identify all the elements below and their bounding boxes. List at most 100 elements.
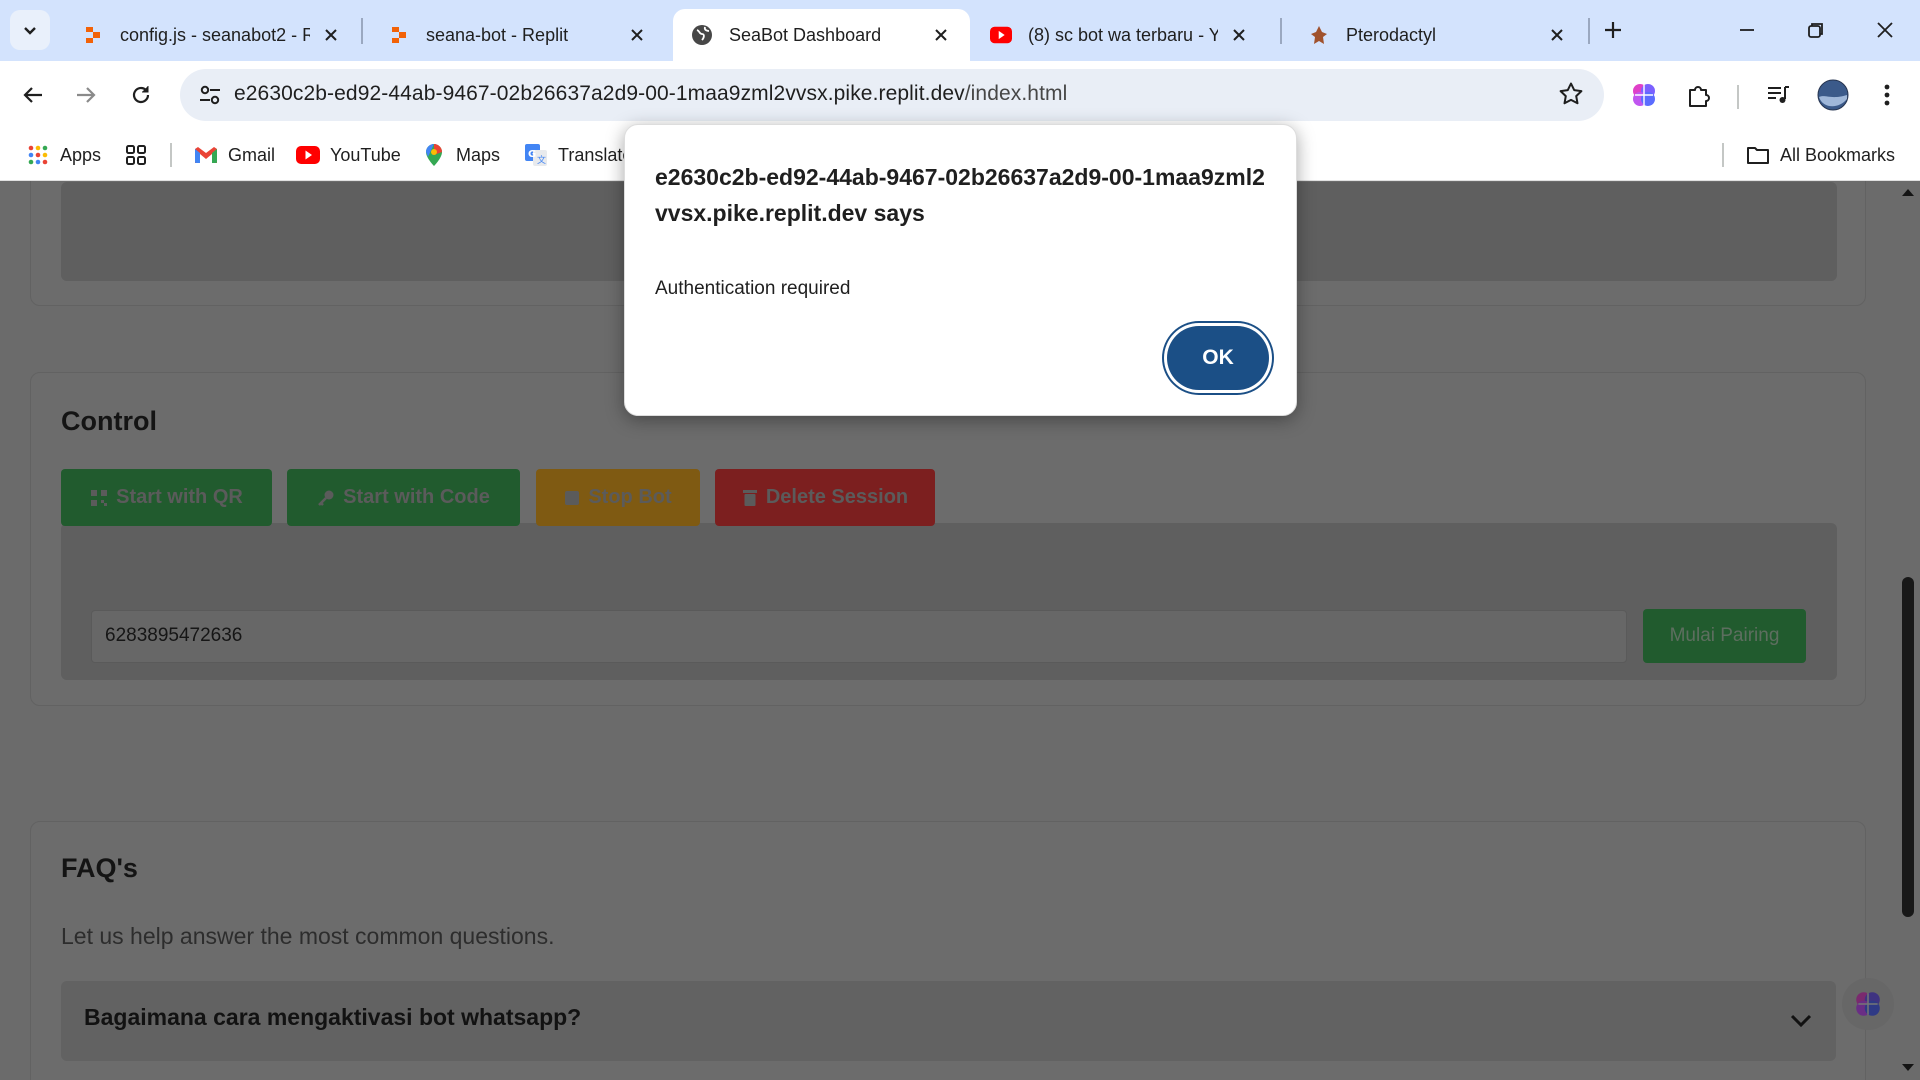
close-window-button[interactable] <box>1860 10 1910 50</box>
control-title: Control <box>61 406 157 436</box>
key-icon <box>318 490 334 506</box>
toolbar-separator <box>1737 85 1739 109</box>
button-label: Stop Bot <box>588 486 672 508</box>
address-bar[interactable]: e2630c2b-ed92-44ab-9467-02b26637a2d9-00-… <box>180 69 1604 121</box>
tab-title: Pterodactyl <box>1346 24 1437 45</box>
bookmark-gmail[interactable]: Gmail <box>194 141 275 169</box>
button-label: Start with Code <box>343 486 490 508</box>
tab-config-js[interactable]: config.js - seanabot2 - Re <box>64 9 360 61</box>
scroll-down-arrow-icon <box>1902 1064 1914 1071</box>
floating-extension-brain-icon[interactable] <box>1842 978 1894 1030</box>
start-with-qr-button[interactable]: Start with QR <box>61 469 272 526</box>
minimize-button[interactable] <box>1722 10 1772 50</box>
delete-session-button[interactable]: Delete Session <box>715 469 935 526</box>
all-bookmarks-button[interactable]: All Bookmarks <box>1746 141 1895 169</box>
url-host: e2630c2b-ed92-44ab-9467-02b26637a2d9-00-… <box>234 82 965 105</box>
faq-subtitle: Let us help answer the most common quest… <box>61 923 555 949</box>
tab-separator <box>1280 18 1282 44</box>
stop-icon <box>565 490 580 505</box>
back-button[interactable] <box>13 75 53 115</box>
url-text[interactable]: e2630c2b-ed92-44ab-9467-02b26637a2d9-00-… <box>234 82 1067 106</box>
bookmark-star-icon[interactable] <box>1558 81 1584 112</box>
gmail-icon <box>194 143 218 167</box>
qr-icon <box>91 489 108 506</box>
bookmark-label: Maps <box>456 144 501 165</box>
tab-close-icon[interactable] <box>1226 22 1252 48</box>
svg-text:文: 文 <box>537 154 546 166</box>
minimize-icon <box>1740 29 1754 31</box>
bookmarks-separator <box>1722 143 1724 167</box>
tab-close-icon[interactable] <box>318 22 344 48</box>
browser-menu-icon[interactable] <box>1869 77 1905 113</box>
bookmark-youtube[interactable]: YouTube <box>296 141 401 169</box>
arrow-left-icon <box>23 87 42 103</box>
phone-number-input[interactable]: 6283895472636 <box>91 610 1627 663</box>
plus-icon <box>1605 22 1621 38</box>
alert-dialog: e2630c2b-ed92-44ab-9467-02b26637a2d9-00-… <box>624 124 1297 416</box>
youtube-icon <box>990 24 1012 46</box>
translate-icon: G文 <box>524 143 548 167</box>
faq-item[interactable]: Bagaimana cara mengaktivasi bot whatsapp… <box>61 981 1836 1061</box>
dialog-message: Authentication required <box>655 278 851 299</box>
page-scrollbar[interactable] <box>1896 181 1920 1080</box>
tab-pterodactyl[interactable]: Pterodactyl <box>1290 9 1586 61</box>
forward-button[interactable] <box>66 75 106 115</box>
extensions-puzzle-icon[interactable] <box>1681 77 1717 113</box>
folder-icon <box>1746 143 1770 167</box>
globe-icon <box>691 24 713 46</box>
button-label: Delete Session <box>765 486 909 508</box>
extension-brain-icon[interactable] <box>1626 77 1662 113</box>
bookmark-label: Gmail <box>228 144 276 165</box>
restore-button[interactable] <box>1791 10 1841 50</box>
faq-question: Bagaimana cara mengaktivasi bot whatsapp… <box>84 1004 582 1030</box>
bookmark-label: YouTube <box>330 144 401 165</box>
faq-title: FAQ's <box>61 853 138 883</box>
url-path: /index.html <box>964 82 1068 105</box>
pterodactyl-icon <box>1308 24 1330 46</box>
trash-icon <box>742 489 757 506</box>
bookmarks-separator <box>170 143 172 167</box>
tab-title: SeaBot Dashboard <box>729 24 882 45</box>
tab-search-button[interactable] <box>10 10 50 50</box>
ok-button[interactable]: OK <box>1167 326 1269 390</box>
start-pairing-button[interactable]: Mulai Pairing <box>1643 609 1806 663</box>
new-tab-button[interactable] <box>1588 10 1638 50</box>
media-control-icon[interactable] <box>1760 77 1796 113</box>
restore-icon <box>1808 23 1823 38</box>
button-label: Start with QR <box>116 486 243 508</box>
chevron-down-icon <box>24 27 36 35</box>
bookmark-translate[interactable]: G文 Translate <box>524 141 632 169</box>
reload-icon <box>132 86 150 104</box>
apps-grid-icon <box>26 143 50 167</box>
scroll-up-arrow-icon <box>1902 189 1914 196</box>
youtube-icon <box>296 143 320 167</box>
browser-toolbar: e2630c2b-ed92-44ab-9467-02b26637a2d9-00-… <box>0 61 1920 129</box>
stop-bot-button[interactable]: Stop Bot <box>536 469 700 526</box>
profile-avatar[interactable] <box>1815 77 1851 113</box>
dialog-title: e2630c2b-ed92-44ab-9467-02b26637a2d9-00-… <box>655 164 1265 226</box>
close-icon <box>1877 22 1893 38</box>
tab-seana-bot[interactable]: seana-bot - Replit <box>370 9 666 61</box>
replit-icon <box>388 24 410 46</box>
tab-groups-button[interactable] <box>124 141 158 169</box>
tab-title: seana-bot - Replit <box>426 24 569 45</box>
tab-close-icon[interactable] <box>624 22 650 48</box>
tab-close-icon[interactable] <box>928 22 954 48</box>
chevron-down-icon <box>1790 1014 1812 1028</box>
tab-close-icon[interactable] <box>1544 22 1570 48</box>
tab-seabot-dashboard[interactable]: SeaBot Dashboard <box>673 9 970 61</box>
tab-youtube[interactable]: (8) sc bot wa terbaru - Yo <box>972 9 1268 61</box>
all-bookmarks-label: All Bookmarks <box>1780 144 1896 165</box>
tab-title: config.js - seanabot2 - Re <box>120 24 310 45</box>
bookmark-maps[interactable]: Maps <box>422 141 500 169</box>
tab-separator <box>361 18 363 44</box>
scrollbar-thumb[interactable] <box>1902 577 1914 917</box>
bookmark-apps[interactable]: Apps <box>26 141 101 169</box>
site-settings-icon[interactable] <box>196 81 224 109</box>
bookmark-label: Translate <box>558 144 633 165</box>
tab-strip: config.js - seanabot2 - Re seana-bot - R… <box>0 0 1920 61</box>
reload-button[interactable] <box>121 75 161 115</box>
arrow-right-icon <box>77 87 96 103</box>
maps-icon <box>422 143 446 167</box>
start-with-code-button[interactable]: Start with Code <box>287 469 520 526</box>
